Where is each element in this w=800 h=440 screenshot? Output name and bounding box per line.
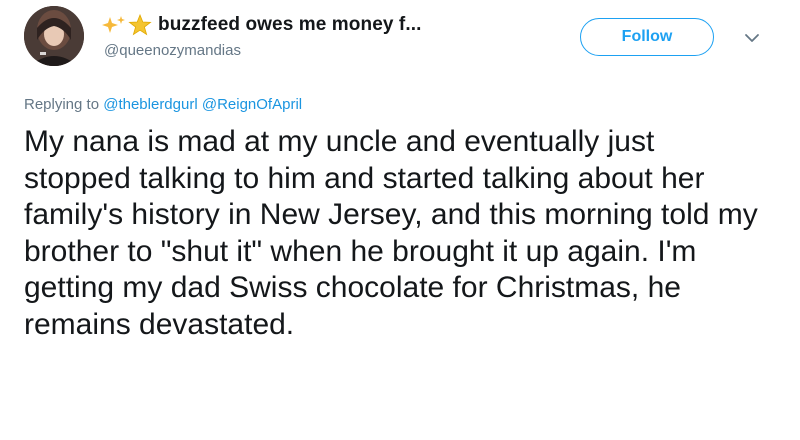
name-emoji-group [102, 14, 152, 36]
star-icon [128, 14, 152, 36]
avatar-image [24, 6, 84, 66]
chevron-down-icon[interactable] [742, 28, 762, 48]
follow-button[interactable]: Follow [580, 18, 714, 56]
sparkle-icon [102, 16, 125, 33]
reply-prefix: Replying to [24, 96, 100, 113]
name-row: buzzfeed owes me money f... [102, 14, 421, 36]
user-handle[interactable]: @queenozymandias [104, 42, 241, 59]
mention-link[interactable]: @theblerdgurl [103, 96, 197, 113]
mention-link[interactable]: @ReignOfApril [202, 96, 302, 113]
avatar[interactable] [24, 6, 84, 66]
tweet: buzzfeed owes me money f... @queenozyman… [0, 0, 800, 440]
reply-context: Replying to @theblerdgurl @ReignOfApril [24, 96, 302, 113]
tweet-text: My nana is mad at my uncle and eventuall… [24, 125, 758, 341]
display-name[interactable]: buzzfeed owes me money f... [158, 14, 421, 36]
